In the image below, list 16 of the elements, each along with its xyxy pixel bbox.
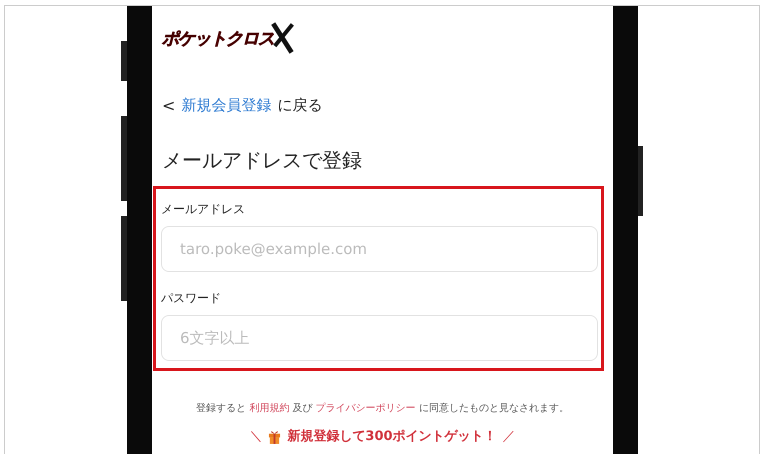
back-link[interactable]: 新規会員登録: [181, 96, 272, 115]
back-suffix: に戻る: [277, 96, 322, 115]
input-field[interactable]: 6文字以上: [161, 315, 598, 361]
slash-mark: ／: [502, 428, 516, 445]
page-title: メールアドレスで登録: [162, 147, 363, 174]
promo-text: 新規登録して300ポイントゲット！: [287, 428, 497, 445]
chevron-icon: <: [162, 96, 176, 115]
slash-mark: ＼: [249, 428, 262, 445]
input-field[interactable]: taro.poke@example.com: [161, 226, 598, 272]
gift-icon: [268, 428, 282, 444]
privacy-link[interactable]: プライバシーポリシー: [316, 403, 416, 414]
terms-link[interactable]: 利用規約: [249, 403, 290, 414]
agreement-text: 登録すると 利用規約 及び プライバシーポリシー に同意したものと見なされます。: [195, 402, 570, 415]
field-label: メールアドレス: [161, 201, 246, 218]
logo-text: ポケットクロス: [162, 28, 274, 50]
field-label: パスワード: [161, 290, 222, 307]
